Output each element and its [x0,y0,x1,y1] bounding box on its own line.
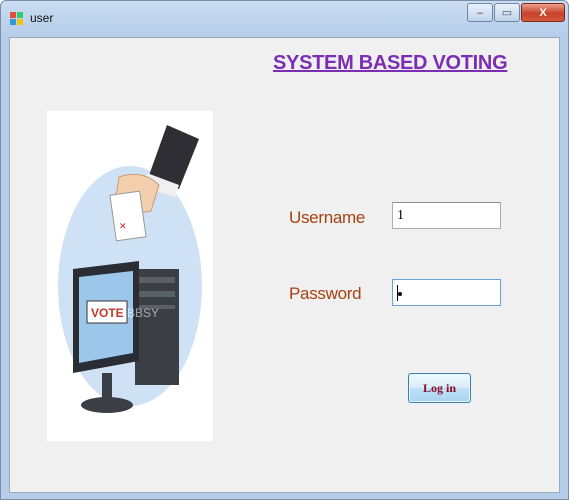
login-button[interactable]: Log in [408,373,471,403]
password-field[interactable]: • [392,279,501,306]
close-icon: X [539,6,547,19]
password-mask-dot [398,292,402,296]
maximize-button[interactable]: ▭ [494,3,520,22]
window-title: user [30,11,54,25]
maximize-icon: ▭ [501,7,513,19]
ballot-vote-text: VOTE [91,306,124,320]
svg-text:✕: ✕ [119,221,127,231]
voting-illustration: ✕ VOTE BBSY [47,111,213,441]
username-value: 1 [397,208,404,223]
minimize-icon: – [476,6,484,19]
app-icon [10,12,23,25]
title-bar[interactable]: user – ▭ X [1,1,568,37]
window-controls: – ▭ X [466,3,565,22]
username-label: Username [289,208,366,227]
username-field[interactable]: 1 [392,202,501,229]
password-label: Password [289,284,362,303]
minimize-button[interactable]: – [467,3,493,22]
user-window: user – ▭ X SYSTEM BASED VOTING ✕ VOTE BB… [0,0,569,500]
page-title: SYSTEM BASED VOTING [273,52,508,74]
image-watermark: BBSY [127,306,159,320]
form-client-area: SYSTEM BASED VOTING ✕ VOTE BBSY Username… [9,37,560,493]
close-button[interactable]: X [521,3,565,22]
